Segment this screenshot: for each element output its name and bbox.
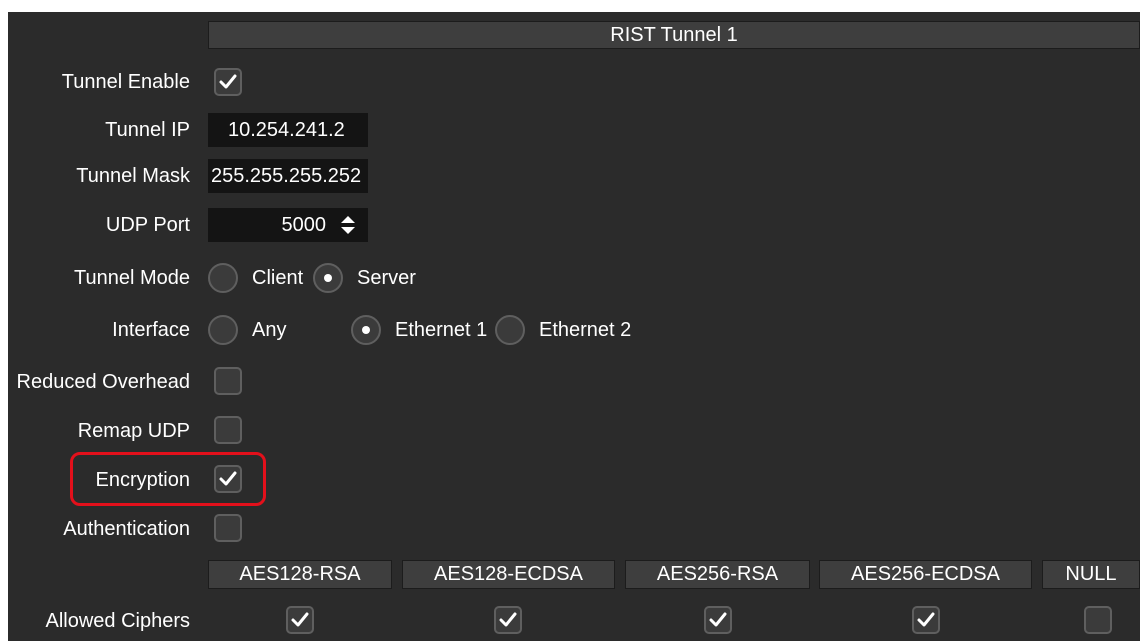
interface-ethernet1-radio[interactable] [351,315,381,345]
checkmark-icon [219,74,237,89]
rist-tunnel-panel: RIST Tunnel 1 Tunnel Enable Tunnel IP 10… [8,12,1140,641]
cipher-null-checkbox[interactable] [1084,606,1112,634]
checkmark-icon [291,612,309,627]
encryption-highlight-box [70,452,266,506]
authentication-checkbox[interactable] [214,514,242,542]
udp-port-value: 5000 [281,214,327,236]
interface-ethernet2-label: Ethernet 2 [539,319,632,341]
checkmark-icon [709,612,727,627]
tunnel-mode-client-label: Client [252,267,304,289]
checkmark-icon [917,612,935,627]
cipher-header-null: NULL [1042,560,1140,589]
tunnel-mask-input[interactable]: 255.255.255.252 [208,159,368,193]
tunnel-ip-input[interactable]: 10.254.241.2 [208,113,368,147]
cipher-header-aes128-rsa: AES128-RSA [208,560,392,589]
remap-udp-label: Remap UDP [77,420,190,442]
interface-any-label: Any [252,319,287,341]
tunnel-mode-label: Tunnel Mode [74,267,190,289]
cipher-header-aes256-ecdsa: AES256-ECDSA [819,560,1032,589]
spin-arrows-icon[interactable] [339,215,357,235]
cipher-header-aes128-ecdsa: AES128-ECDSA [402,560,615,589]
checkmark-icon [499,612,517,627]
tunnel-header: RIST Tunnel 1 [208,21,1140,49]
udp-port-stepper[interactable]: 5000 [208,208,368,242]
cipher-aes128-ecdsa-checkbox[interactable] [494,606,522,634]
tunnel-enable-checkbox[interactable] [214,68,242,96]
tunnel-mode-client-radio[interactable] [208,263,238,293]
authentication-label: Authentication [63,518,190,540]
tunnel-enable-label: Tunnel Enable [61,71,190,93]
tunnel-mask-label: Tunnel Mask [76,165,190,187]
interface-ethernet2-radio[interactable] [495,315,525,345]
cipher-aes128-rsa-checkbox[interactable] [286,606,314,634]
remap-udp-checkbox[interactable] [214,416,242,444]
tunnel-mode-server-label: Server [357,267,416,289]
reduced-overhead-label: Reduced Overhead [16,371,190,393]
tunnel-ip-label: Tunnel IP [105,119,190,141]
interface-any-radio[interactable] [208,315,238,345]
reduced-overhead-checkbox[interactable] [214,367,242,395]
udp-port-label: UDP Port [105,214,190,236]
cipher-header-aes256-rsa: AES256-RSA [625,560,810,589]
tunnel-mode-server-radio[interactable] [313,263,343,293]
cipher-aes256-rsa-checkbox[interactable] [704,606,732,634]
interface-ethernet1-label: Ethernet 1 [395,319,488,341]
interface-label: Interface [112,319,190,341]
cipher-aes256-ecdsa-checkbox[interactable] [912,606,940,634]
allowed-ciphers-label: Allowed Ciphers [45,610,190,632]
